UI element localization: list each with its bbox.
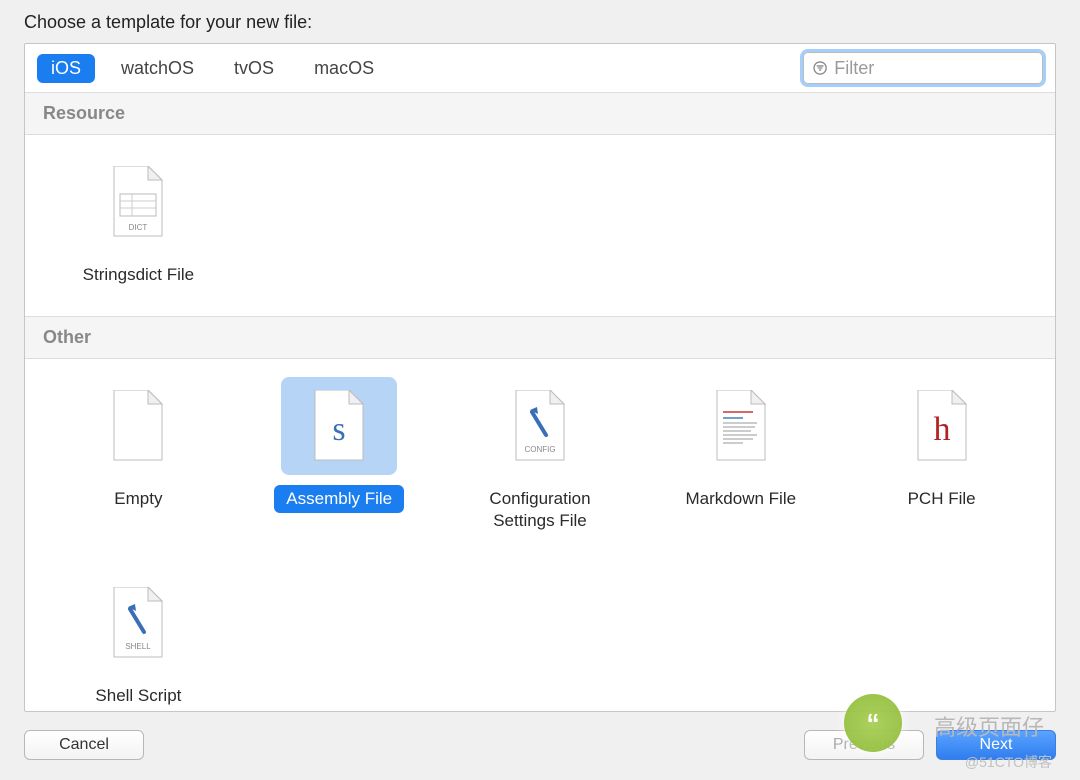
svg-text:CONFIG: CONFIG [524,445,555,454]
file-icon-shell: SHELL [80,574,196,672]
sections: Resource DICT Stringsdict File Ot [25,93,1055,711]
dialog-title: Choose a template for your new file: [0,0,1080,43]
filter-field[interactable] [803,52,1043,84]
cancel-button[interactable]: Cancel [24,730,144,760]
item-label: Configuration Settings File [450,485,630,534]
svg-text:s: s [333,411,346,448]
tab-ios[interactable]: iOS [37,54,95,83]
file-icon-blank [80,377,196,475]
item-label: Stringsdict File [71,261,206,288]
watermark-text: 高级页面仔 [934,710,1044,742]
file-icon-s: s [281,377,397,475]
item-label: Shell Script [83,682,193,709]
filter-input[interactable] [834,58,1034,79]
item-label: PCH File [896,485,988,512]
item-label: Empty [102,485,174,512]
grid-resource: DICT Stringsdict File [25,135,1055,316]
item-assembly-file[interactable]: s Assembly File [244,373,435,538]
watermark-sub: @51CTO博客 [965,752,1052,772]
footer: Cancel Previous Next [0,712,1080,780]
svg-text:SHELL: SHELL [126,642,152,651]
svg-text:DICT: DICT [129,223,148,232]
section-header-other: Other [25,316,1055,359]
file-icon-config: CONFIG [482,377,598,475]
item-pch-file[interactable]: h PCH File [846,373,1037,538]
file-icon-markdown [683,377,799,475]
tabs-row: iOS watchOS tvOS macOS [25,44,1055,93]
svg-text:h: h [933,411,950,448]
item-label: Assembly File [274,485,404,512]
file-icon-h: h [884,377,1000,475]
item-stringsdict-file[interactable]: DICT Stringsdict File [43,149,234,292]
watermark-avatar-icon: “ [844,694,902,752]
item-shell-script[interactable]: SHELL Shell Script [43,570,234,711]
item-empty[interactable]: Empty [43,373,234,538]
tab-watchos[interactable]: watchOS [107,54,208,83]
template-panel: iOS watchOS tvOS macOS Resource [24,43,1056,712]
item-configuration-settings-file[interactable]: CONFIG Configuration Settings File [445,373,636,538]
filter-icon [812,59,828,77]
file-icon-dict: DICT [80,153,196,251]
tab-tvos[interactable]: tvOS [220,54,288,83]
section-header-resource: Resource [25,93,1055,135]
item-markdown-file[interactable]: Markdown File [645,373,836,538]
item-label: Markdown File [674,485,809,512]
grid-other: Empty s Assembly File [25,359,1055,711]
tab-macos[interactable]: macOS [300,54,388,83]
platform-tabs: iOS watchOS tvOS macOS [37,54,400,83]
